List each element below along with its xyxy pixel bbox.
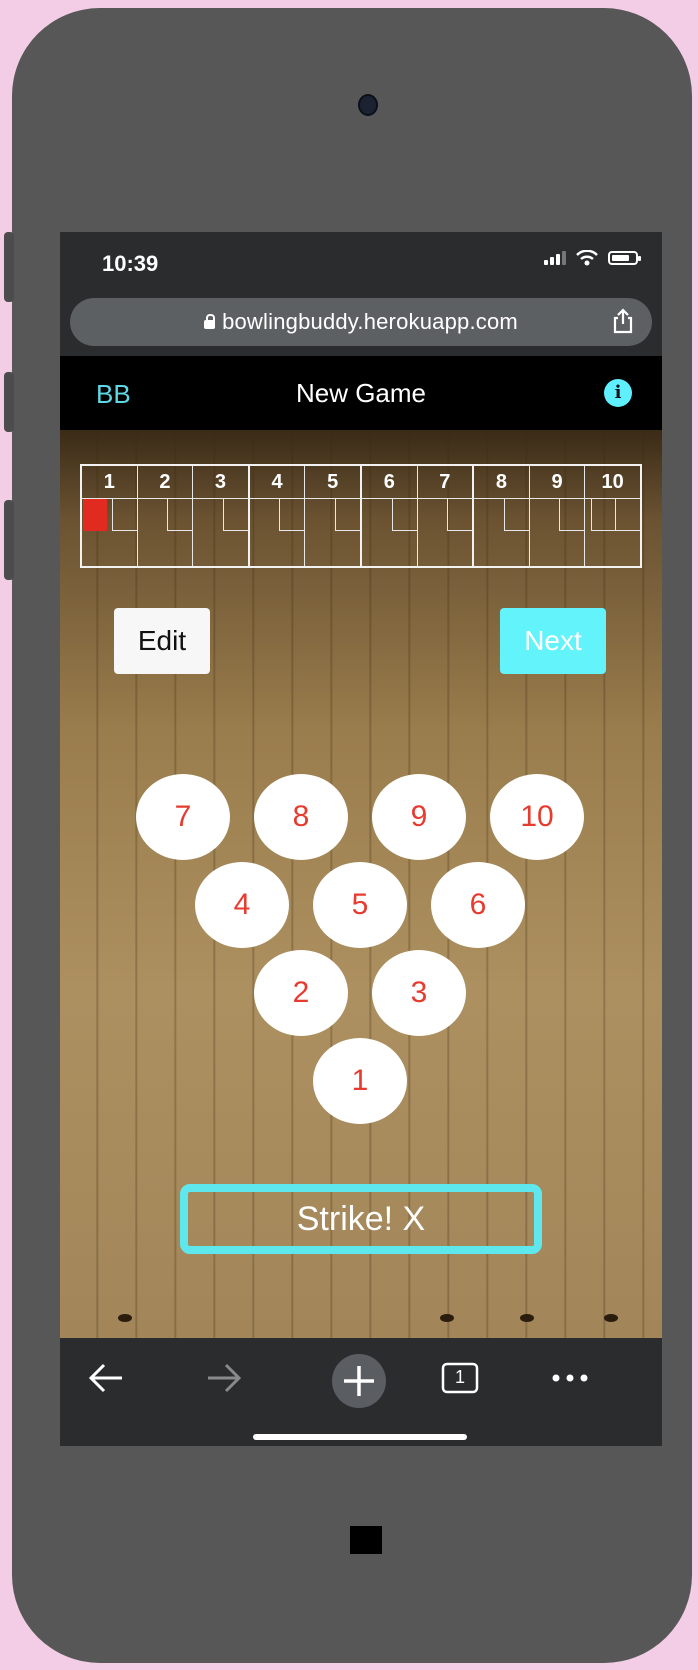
- more-menu-icon[interactable]: [546, 1354, 594, 1402]
- tab-switcher-button[interactable]: 1: [436, 1354, 484, 1402]
- info-icon[interactable]: i: [604, 379, 632, 407]
- frame-number: 4: [249, 466, 305, 499]
- status-bar: 10:39: [60, 232, 662, 290]
- frame[interactable]: 7: [417, 466, 475, 566]
- frame[interactable]: 6: [361, 466, 418, 566]
- pin-5[interactable]: 5: [313, 862, 407, 948]
- plus-icon: [344, 1366, 374, 1396]
- frame[interactable]: 2: [137, 466, 194, 566]
- pin-1[interactable]: 1: [313, 1038, 407, 1124]
- pin-4[interactable]: 4: [195, 862, 289, 948]
- side-button: [4, 500, 14, 580]
- status-time: 10:39: [102, 251, 159, 276]
- current-roll-marker: [83, 499, 107, 531]
- pin-8[interactable]: 8: [254, 774, 348, 860]
- edit-button[interactable]: Edit: [114, 608, 210, 674]
- forward-arrow-icon[interactable]: [200, 1354, 248, 1402]
- app-navbar: BB New Game i: [60, 356, 662, 430]
- browser-toolbar: 1: [60, 1338, 662, 1446]
- frame[interactable]: 9: [529, 466, 586, 566]
- pin-7[interactable]: 7: [136, 774, 230, 860]
- url-text: bowlingbuddy.herokuapp.com: [222, 309, 518, 334]
- frame-number: 9: [529, 466, 585, 499]
- back-arrow-icon[interactable]: [82, 1354, 130, 1402]
- home-button[interactable]: [350, 1526, 382, 1554]
- phone-screen: 10:39 bowlingbuddy.herokuapp.com BB New …: [60, 232, 662, 1446]
- home-indicator: [253, 1434, 467, 1440]
- battery-icon: [608, 251, 641, 265]
- wifi-icon: [576, 250, 598, 266]
- pin-6[interactable]: 6: [431, 862, 525, 948]
- frame-number: 8: [474, 466, 529, 499]
- signal-icon: [544, 251, 566, 265]
- share-icon[interactable]: [608, 306, 638, 336]
- frame[interactable]: 10: [585, 466, 640, 566]
- frame[interactable]: 4: [249, 466, 306, 566]
- tab-count: 1: [454, 1367, 465, 1387]
- scoreboard: 1 2 3 4 5 6 7 8 9 10: [80, 464, 642, 568]
- camera-icon: [358, 94, 378, 116]
- frame[interactable]: 3: [193, 466, 250, 566]
- roll-result-box: Strike! X: [180, 1184, 542, 1254]
- side-button: [4, 232, 14, 302]
- frame-number: 1: [82, 466, 137, 499]
- pin-10[interactable]: 10: [490, 774, 584, 860]
- side-button: [4, 372, 14, 432]
- page-title: New Game: [295, 378, 427, 408]
- address-bar[interactable]: bowlingbuddy.herokuapp.com: [70, 298, 652, 346]
- status-icons: [544, 250, 641, 266]
- pin-2[interactable]: 2: [254, 950, 348, 1036]
- frame[interactable]: 1: [82, 466, 138, 566]
- lock-icon: [204, 314, 216, 329]
- frame-number: 3: [193, 466, 248, 499]
- frame-number: 7: [417, 466, 473, 499]
- frame[interactable]: 5: [305, 466, 362, 566]
- pin-3[interactable]: 3: [372, 950, 466, 1036]
- frame-number: 2: [137, 466, 193, 499]
- frame-number: 6: [361, 466, 417, 499]
- frame-number: 10: [585, 466, 640, 499]
- new-tab-button[interactable]: [332, 1354, 386, 1408]
- frame[interactable]: 8: [474, 466, 530, 566]
- frame-number: 5: [305, 466, 360, 499]
- next-button[interactable]: Next: [500, 608, 606, 674]
- pin-9[interactable]: 9: [372, 774, 466, 860]
